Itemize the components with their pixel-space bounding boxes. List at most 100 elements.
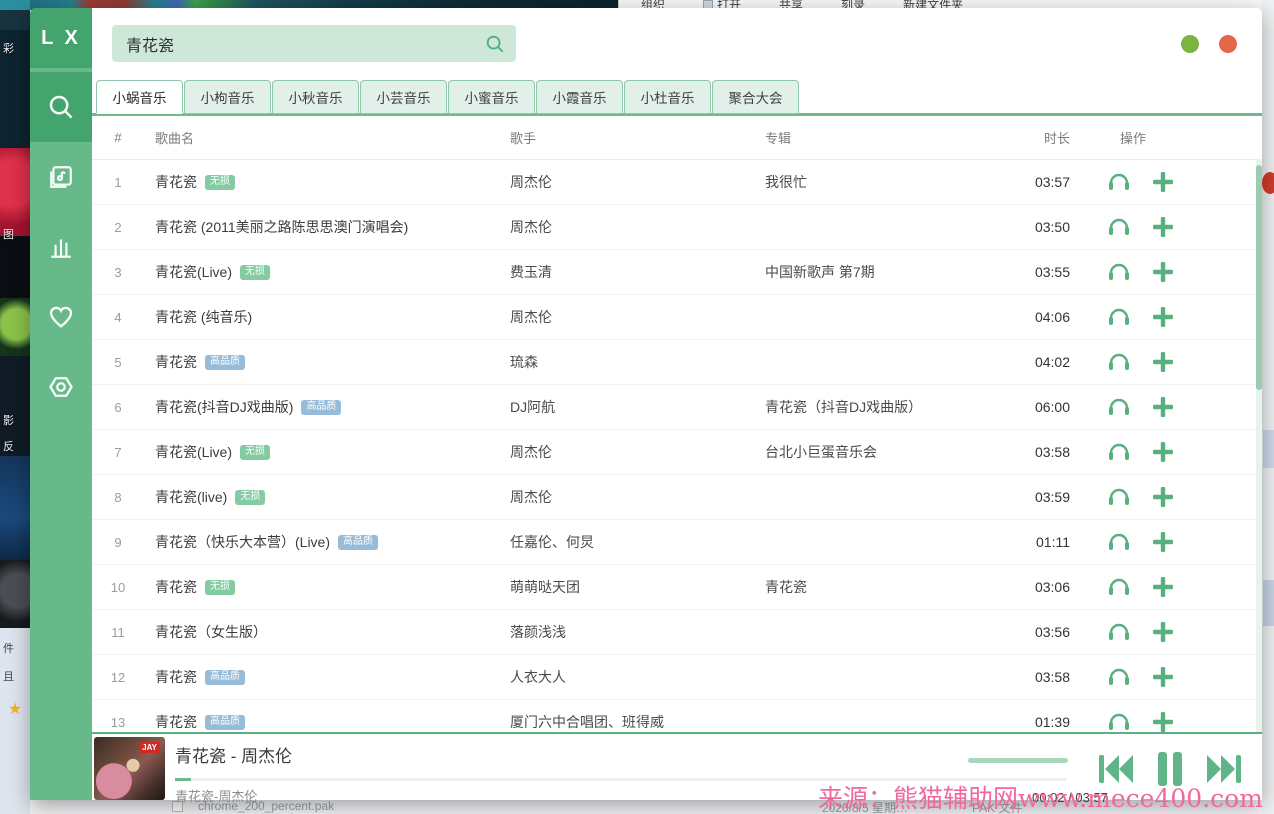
listen-button[interactable]: [1106, 214, 1132, 240]
duration-cell: 03:50: [1015, 219, 1078, 235]
sidebar-item-settings[interactable]: [30, 352, 92, 422]
singer-cell: 琉森: [510, 352, 765, 372]
plus-icon: [1151, 530, 1175, 554]
tab-4[interactable]: 小芸音乐: [360, 80, 447, 114]
tab-2[interactable]: 小枸音乐: [184, 80, 271, 114]
desktop-icon-label: 影: [3, 412, 29, 428]
music-list-icon: [48, 164, 74, 190]
table-row[interactable]: 12 青花瓷 高品质 人衣大人 03:58: [92, 655, 1262, 700]
song-name: 青花瓷 (2011美丽之路陈思思澳门演唱会): [155, 217, 408, 237]
add-button[interactable]: [1150, 619, 1176, 645]
tab-8[interactable]: 聚合大会: [712, 80, 799, 114]
table-row[interactable]: 10 青花瓷 无损 萌萌哒天团 青花瓷 03:06: [92, 565, 1262, 610]
duration-cell: 04:02: [1015, 354, 1078, 370]
row-index: 10: [92, 580, 144, 595]
table-row[interactable]: 11 青花瓷（女生版） 落颜浅浅 03:56: [92, 610, 1262, 655]
tab-bar: 小蜗音乐小枸音乐小秋音乐小芸音乐小蜜音乐小霞音乐小杜音乐聚合大会: [96, 80, 800, 114]
song-name-cell: 青花瓷 高品质: [144, 712, 510, 732]
listen-button[interactable]: [1106, 394, 1132, 420]
minimize-button[interactable]: [1181, 35, 1199, 53]
tab-6[interactable]: 小霞音乐: [536, 80, 623, 114]
listen-button[interactable]: [1106, 349, 1132, 375]
add-button[interactable]: [1150, 529, 1176, 555]
row-actions: [1078, 484, 1262, 510]
album-art[interactable]: JAY: [94, 737, 165, 800]
duration-cell: 03:58: [1015, 669, 1078, 685]
table-row[interactable]: 1 青花瓷 无损 周杰伦 我很忙 03:57: [92, 160, 1262, 205]
sidebar-item-favorites[interactable]: [30, 282, 92, 352]
song-name-cell: 青花瓷(Live) 无损: [144, 262, 510, 282]
add-button[interactable]: [1150, 349, 1176, 375]
song-name: 青花瓷(Live): [155, 262, 232, 282]
listen-button[interactable]: [1106, 484, 1132, 510]
header-singer: 歌手: [510, 128, 765, 147]
sidebar-item-my-music[interactable]: [30, 142, 92, 212]
listen-button[interactable]: [1106, 529, 1132, 555]
table-row[interactable]: 7 青花瓷(Live) 无损 周杰伦 台北小巨蛋音乐会 03:58: [92, 430, 1262, 475]
row-index: 5: [92, 355, 144, 370]
header-actions: 操作: [1078, 128, 1262, 147]
listen-button[interactable]: [1106, 304, 1132, 330]
table-row[interactable]: 8 青花瓷(live) 无损 周杰伦 03:59: [92, 475, 1262, 520]
tab-1[interactable]: 小蜗音乐: [96, 80, 183, 114]
scrollbar-track[interactable]: [1256, 160, 1262, 732]
row-index: 11: [92, 625, 144, 640]
sidebar-item-search[interactable]: [30, 72, 92, 142]
tab-3[interactable]: 小秋音乐: [272, 80, 359, 114]
plus-icon: [1151, 305, 1175, 329]
quality-badge: 无损: [205, 580, 235, 595]
headphone-icon: [1107, 710, 1131, 732]
add-button[interactable]: [1150, 169, 1176, 195]
table-header: # 歌曲名 歌手 专辑 时长 操作: [92, 116, 1262, 160]
album-cell: 青花瓷（抖音DJ戏曲版）: [765, 397, 1015, 417]
add-button[interactable]: [1150, 304, 1176, 330]
listen-button[interactable]: [1106, 619, 1132, 645]
song-name-cell: 青花瓷 (2011美丽之路陈思思澳门演唱会): [144, 217, 510, 237]
table-row[interactable]: 9 青花瓷（快乐大本营）(Live) 高品质 任嘉伦、何炅 01:11: [92, 520, 1262, 565]
listen-button[interactable]: [1106, 169, 1132, 195]
listen-button[interactable]: [1106, 709, 1132, 732]
duration-cell: 03:55: [1015, 264, 1078, 280]
table-row[interactable]: 6 青花瓷(抖音DJ戏曲版) 高品质 DJ阿航 青花瓷（抖音DJ戏曲版） 06:…: [92, 385, 1262, 430]
listen-button[interactable]: [1106, 259, 1132, 285]
add-button[interactable]: [1150, 484, 1176, 510]
desktop-artifact: [1263, 430, 1274, 468]
add-button[interactable]: [1150, 439, 1176, 465]
close-button[interactable]: [1219, 35, 1237, 53]
search-submit-icon[interactable]: [484, 33, 506, 55]
table-row[interactable]: 4 青花瓷 (纯音乐) 周杰伦 04:06: [92, 295, 1262, 340]
scrollbar-thumb[interactable]: [1256, 165, 1262, 390]
table-row[interactable]: 2 青花瓷 (2011美丽之路陈思思澳门演唱会) 周杰伦 03:50: [92, 205, 1262, 250]
table-row[interactable]: 13 青花瓷 高品质 厦门六中合唱团、班得威 01:39: [92, 700, 1262, 732]
tab-5[interactable]: 小蜜音乐: [448, 80, 535, 114]
row-actions: [1078, 349, 1262, 375]
add-button[interactable]: [1150, 574, 1176, 600]
row-actions: [1078, 439, 1262, 465]
add-button[interactable]: [1150, 394, 1176, 420]
song-name: 青花瓷: [155, 712, 197, 732]
duration-cell: 03:06: [1015, 579, 1078, 595]
sidebar-item-leaderboard[interactable]: [30, 212, 92, 282]
quality-badge: 高品质: [301, 400, 341, 415]
search-input[interactable]: [112, 25, 516, 62]
song-name-cell: 青花瓷 无损: [144, 577, 510, 597]
headphone-icon: [1107, 170, 1131, 194]
listen-button[interactable]: [1106, 664, 1132, 690]
table-row[interactable]: 5 青花瓷 高品质 琉森 04:02: [92, 340, 1262, 385]
table-row[interactable]: 3 青花瓷(Live) 无损 费玉清 中国新歌声 第7期 03:55: [92, 250, 1262, 295]
add-button[interactable]: [1150, 259, 1176, 285]
song-name-cell: 青花瓷 高品质: [144, 667, 510, 687]
singer-cell: 萌萌哒天团: [510, 577, 765, 597]
volume-slider[interactable]: [968, 758, 1068, 763]
listen-button[interactable]: [1106, 439, 1132, 465]
row-index: 8: [92, 490, 144, 505]
row-index: 6: [92, 400, 144, 415]
add-button[interactable]: [1150, 214, 1176, 240]
add-button[interactable]: [1150, 709, 1176, 732]
headphone-icon: [1107, 395, 1131, 419]
tab-7[interactable]: 小杜音乐: [624, 80, 711, 114]
song-name: 青花瓷: [155, 352, 197, 372]
row-actions: [1078, 394, 1262, 420]
listen-button[interactable]: [1106, 574, 1132, 600]
add-button[interactable]: [1150, 664, 1176, 690]
